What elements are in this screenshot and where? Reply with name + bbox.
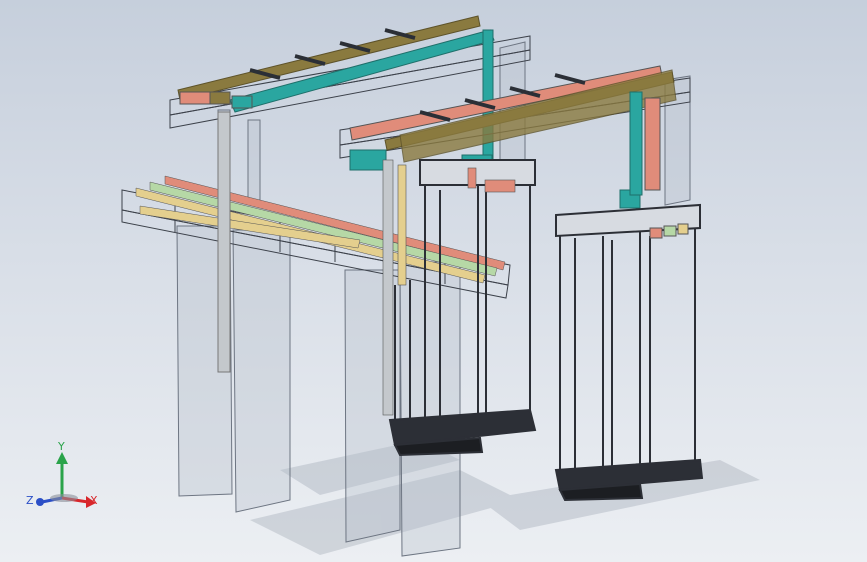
y-axis-label: Y xyxy=(58,440,65,453)
z-axis-head xyxy=(36,498,44,506)
cabinet-pair-right[interactable] xyxy=(554,203,704,502)
coordinate-triad: Y X Z xyxy=(22,440,112,520)
z-axis-label: Z xyxy=(26,494,34,507)
triad-axes xyxy=(36,452,96,508)
ground-shadows xyxy=(250,440,760,555)
assembly-model[interactable] xyxy=(0,0,867,562)
3d-viewport[interactable]: Y X Z xyxy=(0,0,867,562)
y-axis-head xyxy=(56,452,68,464)
triad-base xyxy=(50,494,78,502)
x-axis-label: X xyxy=(90,494,98,507)
